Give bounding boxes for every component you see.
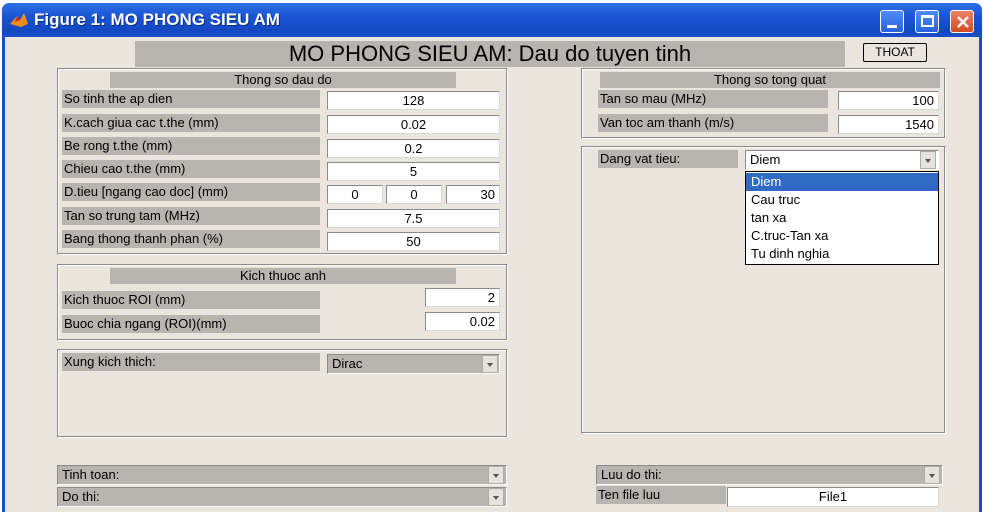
element-width-input[interactable]: 0.2 — [327, 139, 500, 158]
maximize-button[interactable] — [915, 10, 939, 33]
element-height-input[interactable]: 5 — [327, 162, 500, 181]
plot-select[interactable]: Do thi: — [57, 487, 507, 507]
center-frequency-label: Tan so trung tam (MHz) — [62, 207, 320, 225]
page-title: MO PHONG SIEU AM: Dau do tuyen tinh — [135, 41, 845, 67]
save-plot-select[interactable]: Luu do thi: — [596, 465, 943, 485]
maximize-icon — [921, 15, 934, 27]
dropdown-option-tu-dinh-nghia[interactable]: Tu dinh nghia — [746, 245, 938, 263]
target-type-select[interactable]: Diem — [745, 150, 939, 170]
focus-elevation-input[interactable]: 0 — [386, 185, 442, 204]
minimize-icon — [887, 25, 897, 28]
compute-label: Tinh toan: — [62, 467, 120, 482]
chevron-down-icon[interactable] — [488, 488, 504, 506]
dropdown-option-diem[interactable]: Diem — [746, 173, 938, 191]
bandwidth-input[interactable]: 50 — [327, 232, 500, 251]
elements-count-input[interactable]: 128 — [327, 91, 500, 110]
focus-lateral-input[interactable]: 0 — [327, 185, 383, 204]
file-name-input[interactable]: File1 — [727, 487, 939, 507]
probe-params-title: Thong so dau do — [110, 72, 456, 88]
element-spacing-input[interactable]: 0.02 — [327, 115, 500, 134]
image-size-title: Kich thuoc anh — [110, 268, 456, 284]
chevron-down-icon[interactable] — [920, 151, 936, 169]
sound-speed-input[interactable]: 1540 — [838, 115, 939, 134]
target-type-value: Diem — [750, 152, 781, 167]
excitation-value: Dirac — [332, 356, 363, 371]
close-button[interactable] — [950, 10, 974, 33]
sound-speed-label: Van toc am thanh (m/s) — [598, 114, 828, 132]
element-height-label: Chieu cao t.the (mm) — [62, 160, 320, 178]
roi-size-label: Kich thuoc ROI (mm) — [62, 291, 320, 309]
dropdown-option-ctruc-tan-xa[interactable]: C.truc-Tan xa — [746, 227, 938, 245]
focus-label: D.tieu [ngang cao doc] (mm) — [62, 183, 320, 201]
matlab-icon — [10, 13, 28, 27]
close-icon — [957, 16, 969, 28]
dropdown-option-cau-truc[interactable]: Cau truc — [746, 191, 938, 209]
excitation-select[interactable]: Dirac — [327, 354, 500, 374]
roi-step-input[interactable]: 0.02 — [425, 312, 500, 331]
sample-rate-label: Tan so mau (MHz) — [598, 90, 828, 108]
chevron-down-icon[interactable] — [482, 355, 498, 373]
general-params-title: Thong so tong quat — [600, 72, 940, 88]
plot-label: Do thi: — [62, 489, 100, 504]
minimize-button[interactable] — [880, 10, 904, 33]
sample-rate-input[interactable]: 100 — [838, 91, 939, 110]
dropdown-option-tan-xa[interactable]: tan xa — [746, 209, 938, 227]
element-width-label: Be rong t.the (mm) — [62, 137, 320, 155]
compute-select[interactable]: Tinh toan: — [57, 465, 507, 485]
target-type-label: Dang vat tieu: — [598, 150, 738, 168]
figure-window: Figure 1: MO PHONG SIEU AM MO PHONG SIEU… — [0, 0, 984, 512]
exit-button[interactable]: THOAT — [863, 43, 927, 62]
title-bar[interactable]: Figure 1: MO PHONG SIEU AM — [2, 3, 982, 37]
roi-step-label: Buoc chia ngang (ROI)(mm) — [62, 315, 320, 333]
focus-depth-input[interactable]: 30 — [446, 185, 500, 204]
element-spacing-label: K.cach giua cac t.the (mm) — [62, 114, 320, 132]
file-name-label: Ten file luu — [596, 486, 726, 504]
window-title: Figure 1: MO PHONG SIEU AM — [34, 10, 280, 29]
center-frequency-input[interactable]: 7.5 — [327, 209, 500, 228]
roi-size-input[interactable]: 2 — [425, 288, 500, 307]
chevron-down-icon[interactable] — [488, 466, 504, 484]
elements-count-label: So tinh the ap dien — [62, 90, 320, 108]
save-plot-label: Luu do thi: — [601, 467, 662, 482]
excitation-label: Xung kich thich: — [62, 353, 320, 371]
target-type-dropdown-list: Diem Cau truc tan xa C.truc-Tan xa Tu di… — [745, 171, 939, 265]
bandwidth-label: Bang thong thanh phan (%) — [62, 230, 320, 248]
chevron-down-icon[interactable] — [924, 466, 940, 484]
